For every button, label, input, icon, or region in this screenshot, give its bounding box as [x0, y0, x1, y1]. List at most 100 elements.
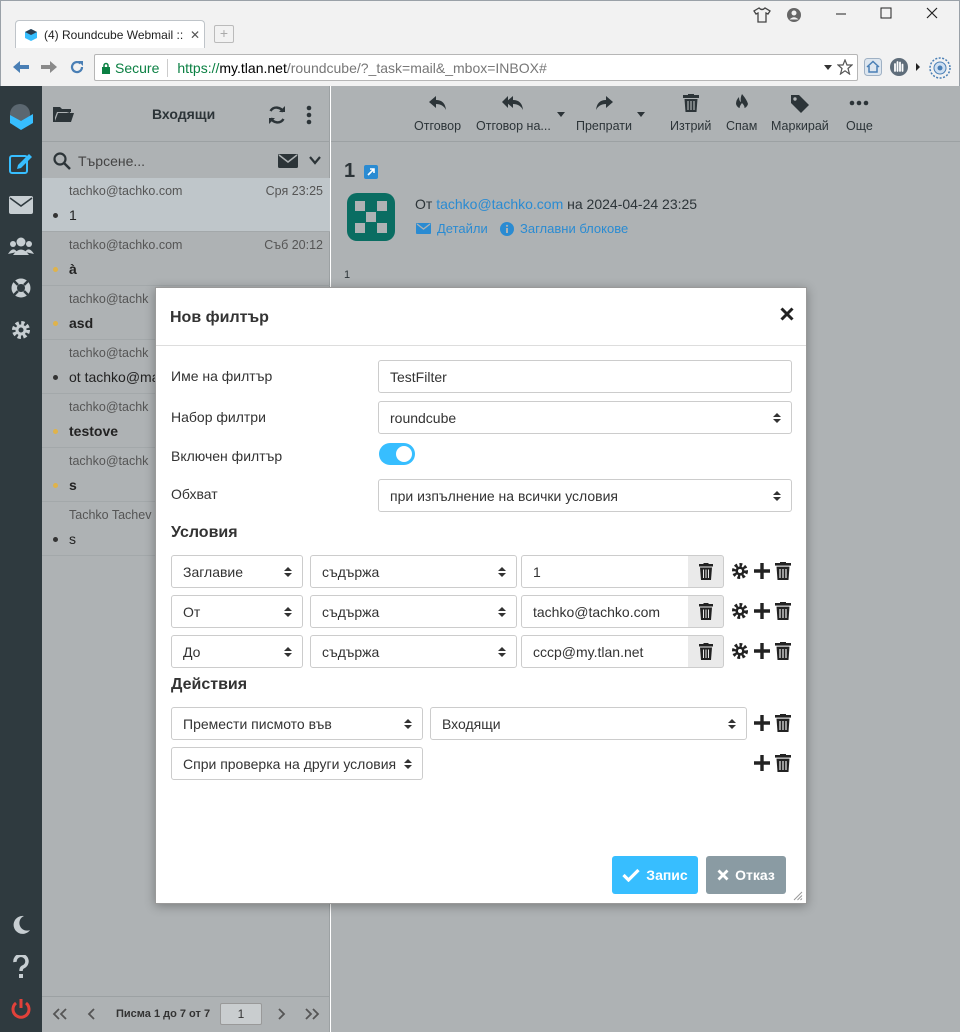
search-options-chevron-icon[interactable] [309, 156, 321, 165]
minimize-button[interactable] [835, 7, 857, 25]
settings-gear-icon[interactable] [0, 313, 42, 347]
compose-icon[interactable] [0, 146, 42, 180]
profile-icon[interactable] [786, 7, 808, 25]
extension-globe-icon[interactable] [929, 57, 951, 79]
page-number-input[interactable]: 1 [220, 1003, 262, 1025]
spam-button[interactable]: Спам [726, 94, 757, 133]
close-window-button[interactable] [926, 7, 948, 25]
message-subject: s [69, 477, 77, 493]
maximize-button[interactable] [880, 7, 902, 25]
resize-grip-icon[interactable] [793, 891, 803, 901]
action-folder-select[interactable]: Входящи [430, 707, 747, 740]
more-dots-icon [846, 94, 873, 114]
extension-arrow-icon[interactable] [915, 63, 921, 71]
filter-name-input[interactable]: TestFilter [378, 360, 792, 393]
omnibox-dropdown-icon[interactable] [823, 64, 833, 72]
delete-button[interactable]: Изтрий [670, 94, 711, 133]
clear-value-trash-icon[interactable] [688, 555, 724, 588]
delete-label: Изтрий [670, 119, 712, 133]
search-scope-envelope-icon[interactable] [278, 154, 298, 168]
clear-value-trash-icon[interactable] [688, 595, 724, 628]
folder-title: Входящи [152, 106, 216, 122]
condition-operator-select[interactable]: съдържа [310, 635, 517, 668]
message-row[interactable]: tachko@tachko.com Съб 20:12 à [42, 232, 330, 286]
condition-options-gear-icon[interactable] [731, 602, 749, 620]
actions-heading: Действия [171, 676, 248, 693]
action-type-select[interactable]: Спри проверка на други условия [171, 747, 423, 780]
new-tab-button[interactable]: + [214, 25, 234, 43]
first-page-icon[interactable] [52, 1008, 68, 1020]
extension-hand-icon[interactable] [889, 57, 909, 77]
flag-dot-icon [53, 429, 58, 434]
delete-action-trash-icon[interactable] [775, 754, 791, 772]
cancel-button[interactable]: Отказ [706, 856, 786, 894]
headers-link[interactable]: Заглавни блокове [500, 221, 628, 236]
mark-button[interactable]: Маркирай [771, 94, 829, 133]
logout-power-icon[interactable] [0, 992, 42, 1026]
list-header: Входящи [42, 86, 330, 142]
tab-close-icon[interactable]: ✕ [190, 28, 200, 42]
help-lifebuoy-icon[interactable] [0, 271, 42, 305]
bookmark-star-icon[interactable] [837, 59, 853, 75]
help-question-icon[interactable] [0, 950, 42, 984]
roundcube-logo-icon[interactable] [0, 96, 42, 136]
filter-enabled-toggle[interactable] [379, 443, 415, 465]
last-page-icon[interactable] [304, 1008, 320, 1020]
scope-select[interactable]: при изпълнение на всички условия [378, 479, 792, 512]
dark-mode-moon-icon[interactable] [0, 908, 42, 942]
reply-all-dropdown-icon[interactable] [557, 112, 565, 118]
reply-all-button[interactable]: Отговор на... [476, 94, 551, 133]
address-bar[interactable]: Secure https://my.tlan.net/roundcube/?_t… [94, 54, 858, 81]
add-condition-plus-icon[interactable] [753, 562, 771, 580]
delete-action-trash-icon[interactable] [775, 714, 791, 732]
message-row[interactable]: tachko@tachko.com Сря 23:25 1 [42, 178, 330, 232]
list-options-icon[interactable] [306, 105, 312, 125]
condition-header-select[interactable]: Заглавие [171, 555, 303, 588]
condition-header-select[interactable]: До [171, 635, 303, 668]
save-button[interactable]: Запис [612, 856, 698, 894]
forward-button[interactable]: Препрати [576, 94, 632, 133]
folders-icon[interactable] [53, 106, 75, 122]
dialog-close-icon[interactable] [780, 307, 794, 321]
next-page-icon[interactable] [276, 1008, 286, 1020]
add-action-plus-icon[interactable] [753, 754, 771, 772]
roundcube-favicon-icon [24, 28, 38, 42]
browser-tab[interactable]: (4) Roundcube Webmail :: ✕ [15, 20, 205, 48]
delete-condition-trash-icon[interactable] [775, 642, 791, 660]
forward-arrow-icon[interactable] [39, 59, 59, 75]
extension-shirt-icon[interactable] [753, 7, 775, 25]
open-in-new-window-icon[interactable] [364, 165, 378, 179]
more-button[interactable]: Още [846, 94, 873, 133]
condition-options-gear-icon[interactable] [731, 562, 749, 580]
condition-operator-select[interactable]: съдържа [310, 595, 517, 628]
condition-value-input[interactable]: tachko@tachko.com [521, 595, 689, 628]
refresh-icon[interactable] [267, 105, 287, 125]
details-link[interactable]: Детайли [416, 221, 488, 236]
add-condition-plus-icon[interactable] [753, 602, 771, 620]
condition-options-gear-icon[interactable] [731, 642, 749, 660]
condition-value-input[interactable]: cccp@my.tlan.net [521, 635, 689, 668]
back-arrow-icon[interactable] [11, 59, 31, 75]
clear-value-trash-icon[interactable] [688, 635, 724, 668]
mail-icon[interactable] [0, 188, 42, 222]
reload-icon[interactable] [68, 58, 86, 76]
condition-header-select[interactable]: От [171, 595, 303, 628]
add-condition-plus-icon[interactable] [753, 642, 771, 660]
message-from: tachko@tachko.com [69, 184, 183, 198]
contacts-icon[interactable] [0, 229, 42, 263]
search-input[interactable]: Търсене... [78, 153, 145, 169]
forward-dropdown-icon[interactable] [637, 112, 645, 118]
prev-page-icon[interactable] [87, 1008, 97, 1020]
condition-operator-select[interactable]: съдържа [310, 555, 517, 588]
secure-indicator[interactable]: Secure [101, 58, 169, 77]
home-icon[interactable] [864, 58, 882, 76]
delete-condition-trash-icon[interactable] [775, 602, 791, 620]
reply-button[interactable]: Отговор [414, 94, 461, 133]
filter-set-select[interactable]: roundcube [378, 401, 792, 434]
add-action-plus-icon[interactable] [753, 714, 771, 732]
delete-condition-trash-icon[interactable] [775, 562, 791, 580]
sender-email-link[interactable]: tachko@tachko.com [436, 196, 563, 212]
action-type-select[interactable]: Премести писмото във [171, 707, 423, 740]
action-row-actions [753, 754, 791, 772]
condition-value-input[interactable]: 1 [521, 555, 689, 588]
